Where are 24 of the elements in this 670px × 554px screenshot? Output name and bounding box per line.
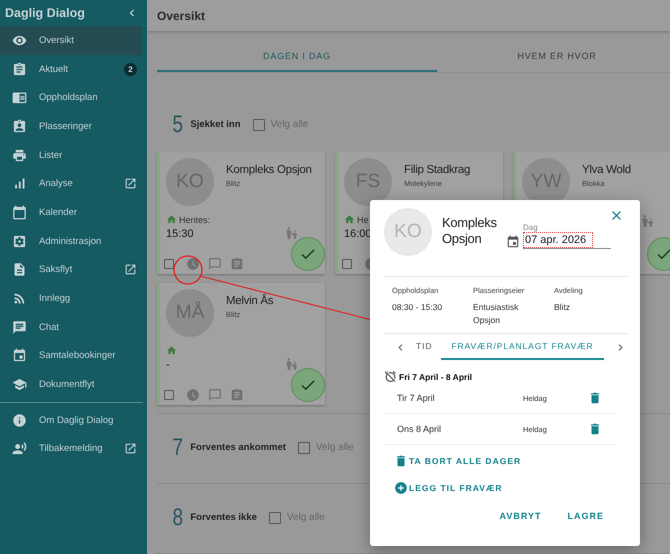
page-title: Oversikt (157, 8, 206, 22)
pickup-time: - (166, 359, 171, 371)
child-name: Melvin Ås (226, 295, 274, 307)
section-count: 7 (172, 434, 184, 462)
child-name: Ylva Wold (582, 164, 631, 176)
section-title: Forventes ikke (190, 512, 257, 523)
absence-day: Ons 8 April (397, 424, 523, 434)
info-value: Entusiastisk Opsjon (473, 301, 520, 327)
count-badge: 2 (124, 62, 137, 76)
section-title: Sjekket inn (190, 119, 241, 130)
section-count: 8 (172, 504, 184, 532)
child-name: Filip Stadkrag (404, 164, 470, 176)
pickup-label: He (357, 214, 369, 224)
section-count: 5 (172, 110, 184, 138)
section-title: Forventes ankommet (190, 442, 286, 453)
info-value: 08:30 - 15:30 (392, 301, 444, 314)
info-value: Blitz (554, 301, 572, 314)
pickup-time: 15:30 (166, 228, 195, 240)
absence-day: Tir 7 April (397, 393, 523, 403)
app-title: Daglig Dialog (5, 6, 85, 20)
child-name: Kompleks Opsjon (442, 215, 498, 247)
child-name: Kompleks Opsjon (226, 164, 312, 176)
pickup-label: Hentes: (179, 214, 210, 224)
absence-period: Fri 7 April - 8 April (399, 372, 472, 382)
